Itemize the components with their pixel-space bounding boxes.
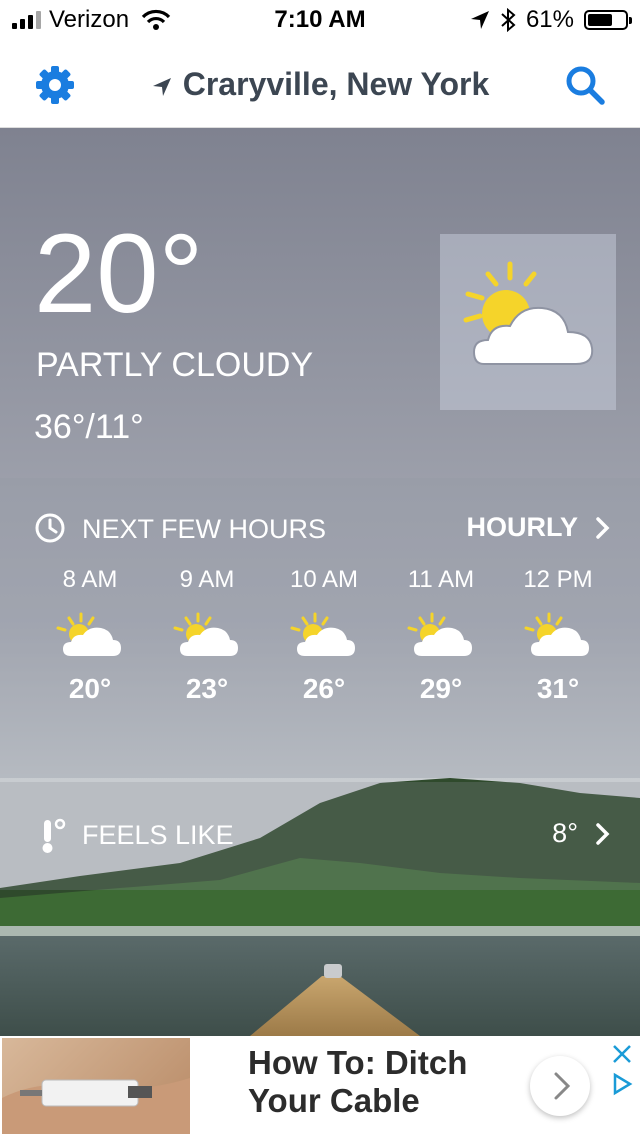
chevron-right-icon — [596, 822, 610, 845]
current-temperature: 20° — [34, 211, 204, 336]
location-title[interactable]: Craryville, New York — [0, 66, 640, 103]
hour-temp: 29° — [419, 673, 463, 704]
chevron-right-icon — [554, 1072, 571, 1100]
current-condition: PARTLY CLOUDY — [36, 346, 314, 384]
feels-like-value: 8° — [552, 818, 578, 848]
feels-like-value-group: 8° — [552, 818, 610, 849]
hourly-link-label: HOURLY — [466, 512, 578, 542]
hour-time: 9 AM — [179, 566, 235, 593]
hour-time: 8 AM — [62, 566, 118, 593]
clock-icon — [35, 513, 65, 543]
thermometer-icon — [42, 818, 66, 853]
next-few-hours-panel: NEXT FEW HOURS HOURLY 8 AM 20° 9 AM 23° … — [0, 478, 640, 778]
hour-item[interactable]: 9 AM 23° — [151, 566, 263, 705]
battery-percent: 61% — [525, 6, 574, 33]
hour-time: 10 AM — [289, 566, 359, 593]
bluetooth-icon — [501, 8, 516, 32]
next-few-hours-title: NEXT FEW HOURS — [82, 514, 327, 544]
hour-temp: 23° — [185, 673, 229, 704]
weather-background: 20° PARTLY CLOUDY 36°/11° NEXT FEW HOURS — [0, 128, 640, 1036]
hour-item[interactable]: 10 AM 26° — [268, 566, 380, 705]
partly-cloudy-icon — [524, 612, 589, 656]
nav-bar: Craryville, New York — [0, 40, 640, 128]
partly-cloudy-icon — [173, 612, 238, 656]
partly-cloudy-icon — [407, 612, 472, 656]
ad-image[interactable] — [2, 1038, 190, 1134]
status-bar: Verizon 7:10 AM 61% — [0, 0, 640, 40]
feels-like-row[interactable]: FEELS LIKE 8° — [0, 782, 640, 890]
hour-list: 8 AM 20° 9 AM 23° 10 AM 26° 11 AM 29° 12… — [34, 566, 614, 705]
high-low-temperature: 36°/11° — [34, 408, 144, 446]
status-right: 61% — [470, 6, 632, 34]
partly-cloudy-icon — [440, 234, 616, 410]
ad-next-button[interactable] — [530, 1056, 590, 1116]
battery-icon — [584, 10, 632, 30]
ad-banner[interactable]: How To: Ditch Your Cable — [0, 1036, 640, 1136]
hour-item[interactable]: 8 AM 20° — [34, 566, 146, 705]
hour-temp: 31° — [536, 673, 580, 704]
ad-choices-icon[interactable] — [610, 1072, 634, 1096]
chevron-right-icon — [596, 516, 610, 539]
hour-time: 11 AM — [407, 566, 475, 593]
hour-temp: 26° — [302, 673, 346, 704]
hour-item[interactable]: 12 PM 31° — [502, 566, 614, 705]
location-arrow-icon — [152, 77, 171, 96]
current-conditions: 20° PARTLY CLOUDY 36°/11° — [0, 128, 640, 478]
ad-title[interactable]: How To: Ditch Your Cable — [248, 1044, 508, 1120]
search-icon[interactable] — [564, 64, 606, 106]
location-name: Craryville, New York — [182, 66, 490, 102]
hour-temp: 20° — [68, 673, 112, 704]
hour-time: 12 PM — [523, 566, 593, 593]
close-icon[interactable] — [610, 1042, 634, 1066]
hourly-link[interactable]: HOURLY — [466, 512, 610, 543]
feels-like-label: FEELS LIKE — [82, 820, 234, 850]
location-services-icon — [470, 11, 489, 29]
partly-cloudy-icon — [290, 612, 355, 656]
hour-item[interactable]: 11 AM 29° — [385, 566, 497, 705]
partly-cloudy-icon — [56, 612, 121, 656]
